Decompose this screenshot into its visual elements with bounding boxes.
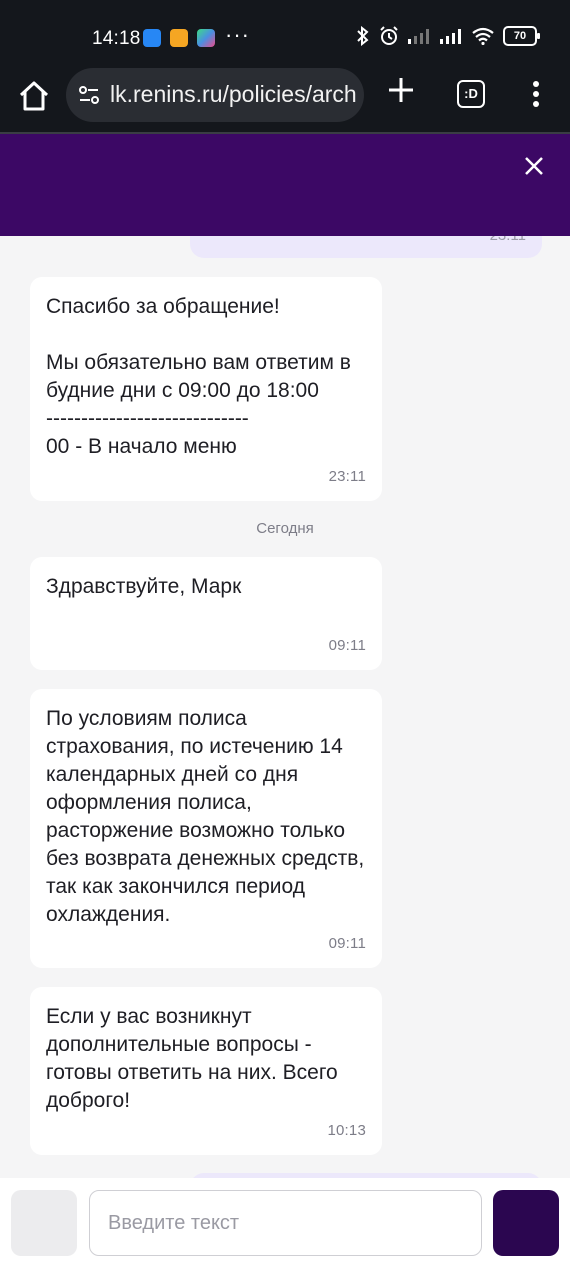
messages-list[interactable]: 23:11 Спасибо за обращение! Мы обязатель… xyxy=(0,236,570,1178)
url-text[interactable]: lk.renins.ru/policies/arch xyxy=(110,81,360,108)
message-time: 09:11 xyxy=(328,935,366,952)
wifi-icon xyxy=(472,27,494,45)
bluetooth-icon xyxy=(357,26,369,46)
message-time: 09:11 xyxy=(328,637,366,654)
incoming-message: Если у вас возникнут дополнительные вопр… xyxy=(30,987,382,1155)
site-settings-icon[interactable] xyxy=(78,84,100,106)
browser-toolbar: lk.renins.ru/policies/arch :D xyxy=(0,68,570,134)
vk-icon xyxy=(143,29,161,47)
address-bar[interactable]: lk.renins.ru/policies/arch xyxy=(66,68,364,122)
incoming-message: Здравствуйте, Марк 09:11 xyxy=(30,557,382,670)
message-composer xyxy=(0,1178,570,1267)
message-time: 10:13 xyxy=(327,1122,366,1139)
app-icon xyxy=(197,29,215,47)
status-time: 14:18 xyxy=(92,28,141,49)
new-tab-button[interactable] xyxy=(385,76,417,108)
signal-icon xyxy=(408,29,429,44)
more-vert-icon[interactable] xyxy=(528,80,544,108)
system-icons: 70 xyxy=(355,26,540,46)
more-notifications-icon: ··· xyxy=(225,22,250,47)
message-time: 23:11 xyxy=(328,468,366,485)
send-button[interactable] xyxy=(493,1190,559,1256)
chat-header xyxy=(0,134,570,236)
message-text: Если у вас возникнут дополнительные вопр… xyxy=(46,1005,344,1112)
message-input[interactable] xyxy=(89,1190,482,1256)
message-text: Спасибо за обращение! Мы обязательно вам… xyxy=(46,295,351,458)
attach-button[interactable] xyxy=(11,1190,77,1256)
incoming-message: Спасибо за обращение! Мы обязательно вам… xyxy=(30,277,382,501)
outgoing-message: 23:11 xyxy=(190,236,542,258)
message-text: По условиям полиса страхования, по истеч… xyxy=(46,707,371,926)
day-separator: Сегодня xyxy=(256,520,314,537)
message-time: 23:11 xyxy=(490,236,526,244)
status-bar: 14:18 ··· 70 xyxy=(0,0,570,74)
alarm-icon xyxy=(380,26,398,45)
incoming-message: По условиям полиса страхования, по истеч… xyxy=(30,689,382,968)
notification-icons xyxy=(143,29,215,47)
home-icon[interactable] xyxy=(16,78,52,114)
tabs-button[interactable]: :D xyxy=(457,80,485,108)
close-icon[interactable] xyxy=(520,152,548,180)
battery-icon: 70 xyxy=(503,26,540,46)
signal-2-icon xyxy=(440,29,461,44)
plus-icon xyxy=(389,78,413,102)
message-text: Здравствуйте, Марк xyxy=(46,575,242,598)
notes-icon xyxy=(170,29,188,47)
